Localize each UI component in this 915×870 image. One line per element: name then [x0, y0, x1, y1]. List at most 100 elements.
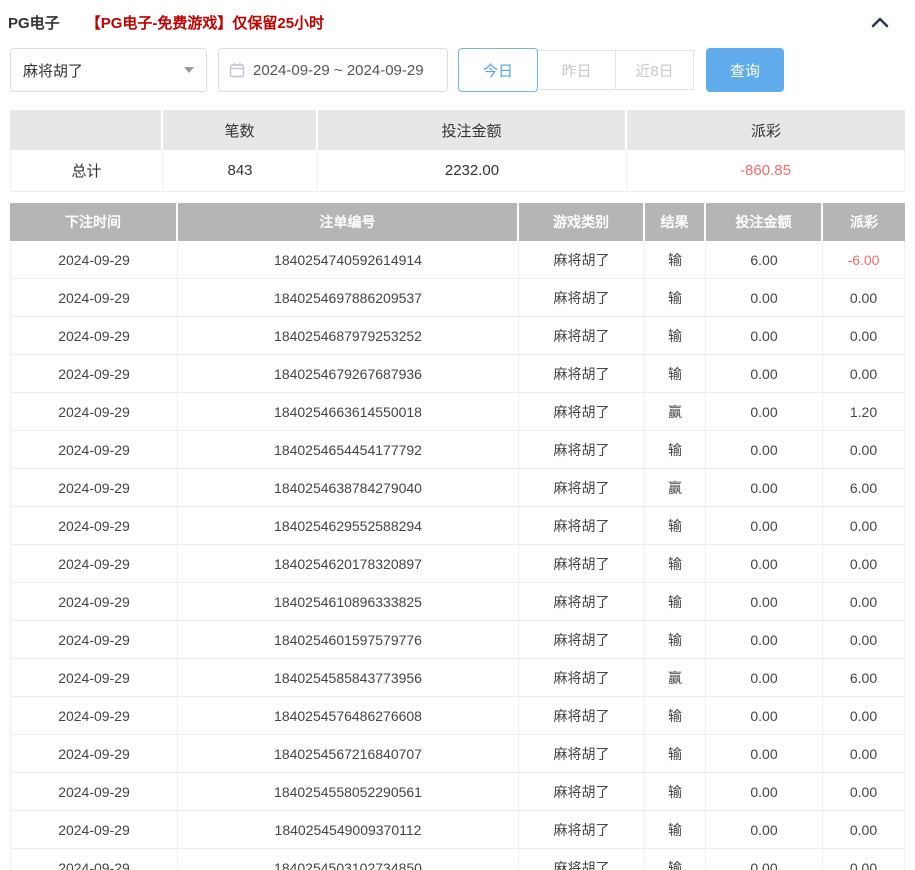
bet-time-cell: 2024-09-29 — [10, 545, 178, 583]
payout-cell: 0.00 — [823, 279, 905, 317]
table-row: 2024-09-291840254629552588294麻将胡了输0.000.… — [10, 507, 905, 545]
game-type-cell: 麻将胡了 — [519, 431, 645, 469]
today-button[interactable]: 今日 — [458, 48, 538, 92]
game-type-cell: 麻将胡了 — [519, 659, 645, 697]
bet-time-cell: 2024-09-29 — [10, 621, 178, 659]
table-row: 2024-09-291840254687979253252麻将胡了输0.000.… — [10, 317, 905, 355]
quick-range-buttons: 今日 昨日 近8日 — [458, 48, 694, 92]
bet-time-cell: 2024-09-29 — [10, 659, 178, 697]
game-type-cell: 麻将胡了 — [519, 849, 645, 870]
result-cell: 输 — [645, 279, 706, 317]
date-range-input[interactable]: 2024-09-29 ~ 2024-09-29 — [218, 48, 448, 92]
game-select-value: 麻将胡了 — [23, 60, 83, 81]
summary-total-payout: -860.85 — [627, 150, 905, 192]
bet-amount-cell: 0.00 — [706, 735, 823, 773]
summary-total-bet-amount: 2232.00 — [318, 150, 627, 192]
game-type-cell: 麻将胡了 — [519, 621, 645, 659]
result-cell: 输 — [645, 697, 706, 735]
date-range-value: 2024-09-29 ~ 2024-09-29 — [253, 62, 424, 79]
table-row: 2024-09-291840254576486276608麻将胡了输0.000.… — [10, 697, 905, 735]
payout-cell: 0.00 — [823, 849, 905, 870]
game-type-cell: 麻将胡了 — [519, 355, 645, 393]
bet-amount-cell: 0.00 — [706, 393, 823, 431]
result-cell: 输 — [645, 355, 706, 393]
payout-cell: 6.00 — [823, 659, 905, 697]
bet-time-cell: 2024-09-29 — [10, 583, 178, 621]
result-cell: 输 — [645, 507, 706, 545]
payout-cell: 0.00 — [823, 621, 905, 659]
col-bet-amount: 投注金额 — [706, 203, 823, 241]
result-cell: 赢 — [645, 659, 706, 697]
bet-time-cell: 2024-09-29 — [10, 811, 178, 849]
payout-cell: -6.00 — [823, 241, 905, 279]
bet-time-cell: 2024-09-29 — [10, 317, 178, 355]
table-row: 2024-09-291840254697886209537麻将胡了输0.000.… — [10, 279, 905, 317]
payout-cell: 1.20 — [823, 393, 905, 431]
table-row: 2024-09-291840254638784279040麻将胡了赢0.006.… — [10, 469, 905, 507]
bet-amount-cell: 0.00 — [706, 545, 823, 583]
result-cell: 输 — [645, 431, 706, 469]
table-row: 2024-09-291840254585843773956麻将胡了赢0.006.… — [10, 659, 905, 697]
bet-id-cell: 1840254679267687936 — [178, 355, 519, 393]
result-cell: 输 — [645, 811, 706, 849]
col-game-type: 游戏类别 — [519, 203, 645, 241]
payout-cell: 0.00 — [823, 431, 905, 469]
bet-id-cell: 1840254629552588294 — [178, 507, 519, 545]
bet-id-cell: 1840254663614550018 — [178, 393, 519, 431]
bet-id-cell: 1840254620178320897 — [178, 545, 519, 583]
result-cell: 输 — [645, 735, 706, 773]
result-cell: 赢 — [645, 393, 706, 431]
collapse-panel-button[interactable] — [871, 16, 889, 28]
result-cell: 输 — [645, 241, 706, 279]
col-bet-time: 下注时间 — [10, 203, 178, 241]
bet-id-cell: 1840254687979253252 — [178, 317, 519, 355]
bet-amount-cell: 0.00 — [706, 469, 823, 507]
table-row: 2024-09-291840254567216840707麻将胡了输0.000.… — [10, 735, 905, 773]
chevron-down-icon — [184, 67, 194, 73]
table-row: 2024-09-291840254503102734850麻将胡了输0.000.… — [10, 849, 905, 870]
bet-time-cell: 2024-09-29 — [10, 393, 178, 431]
bet-time-cell: 2024-09-29 — [10, 773, 178, 811]
yesterday-button[interactable]: 昨日 — [537, 50, 616, 90]
col-payout: 派彩 — [823, 203, 905, 241]
bet-time-cell: 2024-09-29 — [10, 241, 178, 279]
payout-cell: 0.00 — [823, 583, 905, 621]
bet-amount-cell: 0.00 — [706, 507, 823, 545]
summary-table: 笔数 投注金额 派彩 总计 843 2232.00 -860.85 — [10, 110, 905, 192]
table-row: 2024-09-291840254549009370112麻将胡了输0.000.… — [10, 811, 905, 849]
records-header-row: 下注时间 注单编号 游戏类别 结果 投注金额 派彩 — [10, 203, 905, 241]
summary-header-bet-amount: 投注金额 — [318, 110, 627, 150]
bet-time-cell: 2024-09-29 — [10, 355, 178, 393]
bet-id-cell: 1840254697886209537 — [178, 279, 519, 317]
summary-header-row: 笔数 投注金额 派彩 — [10, 110, 905, 150]
game-type-cell: 麻将胡了 — [519, 279, 645, 317]
bet-id-cell: 1840254503102734850 — [178, 849, 519, 870]
table-row: 2024-09-291840254610896333825麻将胡了输0.000.… — [10, 583, 905, 621]
payout-cell: 0.00 — [823, 811, 905, 849]
query-button[interactable]: 查询 — [706, 48, 784, 92]
table-row: 2024-09-291840254558052290561麻将胡了输0.000.… — [10, 773, 905, 811]
summary-total-label: 总计 — [10, 150, 163, 192]
game-type-cell: 麻将胡了 — [519, 545, 645, 583]
payout-cell: 0.00 — [823, 317, 905, 355]
game-type-cell: 麻将胡了 — [519, 507, 645, 545]
last-8-days-button[interactable]: 近8日 — [615, 50, 694, 90]
bet-id-cell: 1840254549009370112 — [178, 811, 519, 849]
bet-amount-cell: 0.00 — [706, 355, 823, 393]
result-cell: 输 — [645, 773, 706, 811]
bet-time-cell: 2024-09-29 — [10, 507, 178, 545]
bet-amount-cell: 0.00 — [706, 659, 823, 697]
bet-amount-cell: 0.00 — [706, 317, 823, 355]
bet-amount-cell: 0.00 — [706, 279, 823, 317]
summary-header-payout: 派彩 — [627, 110, 905, 150]
game-select[interactable]: 麻将胡了 — [10, 48, 207, 92]
bet-amount-cell: 0.00 — [706, 811, 823, 849]
bet-amount-cell: 6.00 — [706, 241, 823, 279]
game-type-cell: 麻将胡了 — [519, 811, 645, 849]
payout-cell: 0.00 — [823, 355, 905, 393]
result-cell: 输 — [645, 545, 706, 583]
bet-id-cell: 1840254654454177792 — [178, 431, 519, 469]
bet-id-cell: 1840254638784279040 — [178, 469, 519, 507]
game-type-cell: 麻将胡了 — [519, 241, 645, 279]
table-row: 2024-09-291840254663614550018麻将胡了赢0.001.… — [10, 393, 905, 431]
